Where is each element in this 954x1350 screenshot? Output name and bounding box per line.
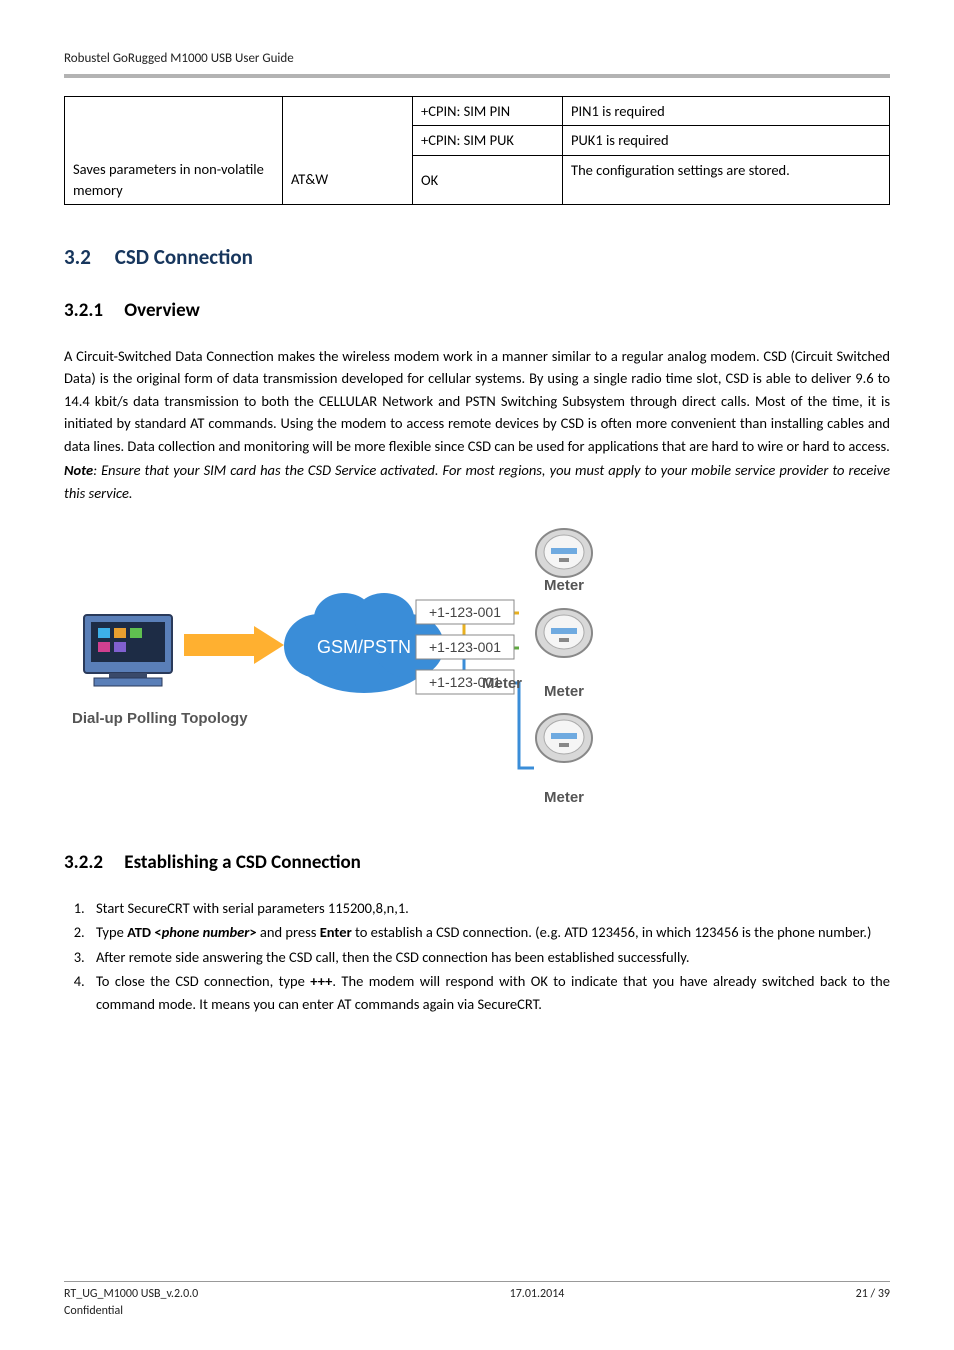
- cell-empty: [65, 97, 283, 156]
- topology-diagram: GSM/PSTN Dial-up Polling Topology +1-123…: [64, 518, 624, 830]
- meter-label-3: Meter: [544, 789, 584, 806]
- cell-response: +CPIN: SIM PUK: [413, 126, 563, 155]
- cell-response: OK: [413, 155, 563, 204]
- step-text: To close the CSD connection, type: [96, 972, 310, 990]
- section-number: 3.2: [64, 243, 110, 272]
- cloud-label: GSM/PSTN: [317, 637, 411, 657]
- list-item: Type ATD <phone number> and press Enter …: [88, 921, 890, 943]
- meter-icon: [536, 609, 592, 657]
- step-text: Type: [96, 923, 127, 941]
- step-bold: >: [249, 923, 256, 941]
- step-bold: ATD <: [127, 923, 161, 941]
- cell-desc: The configuration settings are stored.: [563, 155, 890, 204]
- cell-desc: PUK1 is required: [563, 126, 890, 155]
- cell-param: Saves parameters in non-volatile memory: [65, 155, 283, 204]
- dial-number-2: +1-123-001: [429, 639, 501, 655]
- subsection-number: 3.2.1: [64, 298, 120, 325]
- list-item: To close the CSD connection, type +++. T…: [88, 970, 890, 1015]
- step-italic: phone number: [162, 923, 250, 941]
- page-footer: RT_UG_M1000 USB_v.2.0.0 17.01.2014 21 / …: [64, 1281, 890, 1320]
- overview-note: Note: Ensure that your SIM card has the …: [64, 459, 890, 504]
- overview-paragraph: A Circuit-Switched Data Connection makes…: [64, 345, 890, 457]
- cell-desc: PIN1 is required: [563, 97, 890, 126]
- cell-empty: [283, 97, 413, 156]
- table-row: Saves parameters in non-volatile memory …: [65, 155, 890, 204]
- step-bold: +++: [310, 972, 332, 990]
- topology-label: Dial-up Polling Topology: [72, 710, 248, 727]
- subsection-number: 3.2.2: [64, 850, 120, 877]
- meter-label-1: Meter: [544, 577, 584, 594]
- meter-label-2: Meter: [544, 683, 584, 700]
- section-heading-csd: 3.2 CSD Connection: [64, 243, 890, 272]
- meter-icon: [536, 714, 592, 762]
- cell-cmd: AT&W: [283, 155, 413, 204]
- subsection-heading-overview: 3.2.1 Overview: [64, 298, 890, 325]
- section-title: CSD Connection: [115, 244, 253, 270]
- note-label: Note: [64, 461, 93, 479]
- footer-rule: [64, 1281, 890, 1282]
- page-header: Robustel GoRugged M1000 USB User Guide: [64, 50, 890, 68]
- footer-doc-id: RT_UG_M1000 USB_v.2.0.0: [64, 1286, 264, 1303]
- subsection-title: Overview: [124, 299, 199, 322]
- steps-list: Start SecureCRT with serial parameters 1…: [88, 897, 890, 1015]
- dial-number-1: +1-123-001: [429, 604, 501, 620]
- footer-confidential: Confidential: [64, 1303, 890, 1320]
- meter-label-2b: Meter: [482, 675, 522, 692]
- subsection-heading-establishing: 3.2.2 Establishing a CSD Connection: [64, 850, 890, 877]
- meter-icon: [536, 529, 592, 577]
- list-item: After remote side answering the CSD call…: [88, 946, 890, 968]
- subsection-title: Establishing a CSD Connection: [124, 851, 361, 874]
- cell-response: +CPIN: SIM PIN: [413, 97, 563, 126]
- footer-date: 17.01.2014: [264, 1286, 810, 1303]
- step-text: to establish a CSD connection. (e.g. ATD…: [352, 923, 872, 941]
- list-item: Start SecureCRT with serial parameters 1…: [88, 897, 890, 919]
- step-bold: Enter: [320, 923, 352, 941]
- step-text: and press: [257, 923, 320, 941]
- at-commands-table: +CPIN: SIM PIN PIN1 is required +CPIN: S…: [64, 96, 890, 205]
- footer-page-number: 21 / 39: [810, 1286, 890, 1303]
- header-rule: [64, 74, 890, 78]
- note-body: : Ensure that your SIM card has the CSD …: [64, 461, 890, 501]
- table-row: +CPIN: SIM PIN PIN1 is required: [65, 97, 890, 126]
